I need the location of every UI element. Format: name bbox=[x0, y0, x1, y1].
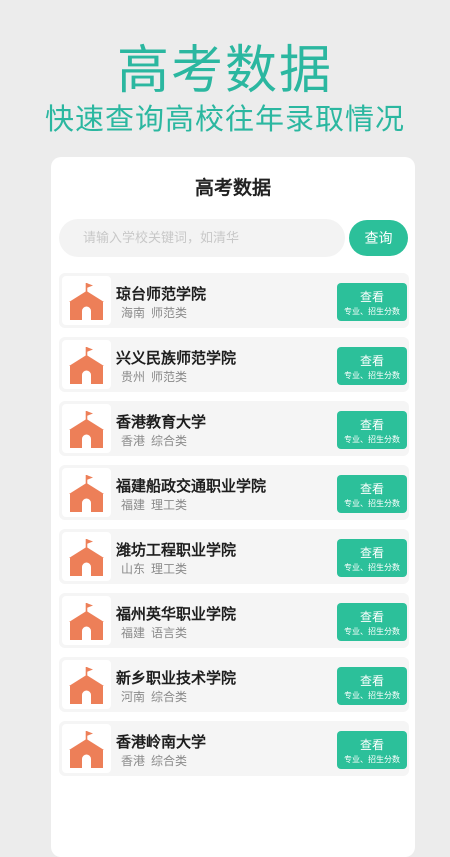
school-thumbnail bbox=[62, 724, 111, 773]
school-list: 琼台师范学院 海南 师范类 查看 专业、招生分数 兴义民族师范学院 贵州 师范类 查… bbox=[59, 273, 409, 785]
school-category: 师范类 bbox=[151, 306, 188, 320]
school-list-item[interactable]: 新乡职业技术学院 河南 综合类 查看 专业、招生分数 bbox=[59, 657, 409, 712]
view-button-sublabel: 专业、招生分数 bbox=[344, 563, 400, 572]
school-province: 福建 bbox=[121, 626, 146, 640]
school-meta: 海南 师范类 bbox=[121, 304, 187, 321]
view-button-sublabel: 专业、招生分数 bbox=[344, 755, 400, 764]
view-button[interactable]: 查看 专业、招生分数 bbox=[337, 283, 407, 321]
school-building-icon bbox=[69, 411, 104, 448]
view-button-sublabel: 专业、招生分数 bbox=[344, 435, 400, 444]
school-province: 福建 bbox=[121, 498, 146, 512]
school-name: 潍坊工程职业学院 bbox=[116, 541, 237, 559]
school-province: 山东 bbox=[121, 562, 146, 576]
view-button-sublabel: 专业、招生分数 bbox=[344, 627, 400, 636]
school-list-item[interactable]: 福州英华职业学院 福建 语言类 查看 专业、招生分数 bbox=[59, 593, 409, 648]
school-list-item[interactable]: 香港教育大学 香港 综合类 查看 专业、招生分数 bbox=[59, 401, 409, 456]
school-list-item[interactable]: 香港岭南大学 香港 综合类 查看 专业、招生分数 bbox=[59, 721, 409, 776]
school-province: 河南 bbox=[121, 690, 146, 704]
school-thumbnail bbox=[62, 340, 111, 389]
school-meta: 山东 理工类 bbox=[121, 560, 187, 577]
school-name: 福州英华职业学院 bbox=[116, 605, 237, 623]
school-building-icon bbox=[69, 667, 104, 704]
search-button[interactable]: 查询 bbox=[349, 220, 408, 256]
school-building-icon bbox=[69, 539, 104, 576]
view-button[interactable]: 查看 专业、招生分数 bbox=[337, 667, 407, 705]
school-category: 语言类 bbox=[151, 626, 188, 640]
school-search-input[interactable] bbox=[59, 219, 345, 257]
school-name: 新乡职业技术学院 bbox=[116, 669, 237, 687]
school-thumbnail bbox=[62, 596, 111, 645]
view-button[interactable]: 查看 专业、招生分数 bbox=[337, 475, 407, 513]
school-list-item[interactable]: 兴义民族师范学院 贵州 师范类 查看 专业、招生分数 bbox=[59, 337, 409, 392]
view-button-sublabel: 专业、招生分数 bbox=[344, 499, 400, 508]
school-thumbnail bbox=[62, 532, 111, 581]
school-name: 香港教育大学 bbox=[116, 413, 207, 431]
school-category: 理工类 bbox=[151, 498, 188, 512]
view-button-label: 查看 bbox=[359, 546, 384, 560]
school-thumbnail bbox=[62, 404, 111, 453]
school-thumbnail bbox=[62, 660, 111, 709]
school-name: 兴义民族师范学院 bbox=[116, 349, 237, 367]
school-name: 香港岭南大学 bbox=[116, 733, 207, 751]
school-meta: 福建 语言类 bbox=[121, 624, 187, 641]
school-list-item[interactable]: 潍坊工程职业学院 山东 理工类 查看 专业、招生分数 bbox=[59, 529, 409, 584]
school-list-item[interactable]: 琼台师范学院 海南 师范类 查看 专业、招生分数 bbox=[59, 273, 409, 328]
school-category: 综合类 bbox=[151, 754, 188, 768]
school-building-icon bbox=[69, 603, 104, 640]
school-province: 香港 bbox=[121, 434, 146, 448]
view-button-label: 查看 bbox=[359, 418, 384, 432]
school-name: 福建船政交通职业学院 bbox=[116, 477, 267, 495]
view-button[interactable]: 查看 专业、招生分数 bbox=[337, 411, 407, 449]
view-button[interactable]: 查看 专业、招生分数 bbox=[337, 539, 407, 577]
view-button[interactable]: 查看 专业、招生分数 bbox=[337, 731, 407, 769]
view-button[interactable]: 查看 专业、招生分数 bbox=[337, 347, 407, 385]
school-building-icon bbox=[69, 731, 104, 768]
view-button-label: 查看 bbox=[359, 610, 384, 624]
school-list-item[interactable]: 福建船政交通职业学院 福建 理工类 查看 专业、招生分数 bbox=[59, 465, 409, 520]
school-category: 综合类 bbox=[151, 434, 188, 448]
view-button-label: 查看 bbox=[359, 674, 384, 688]
school-thumbnail bbox=[62, 468, 111, 517]
view-button-sublabel: 专业、招生分数 bbox=[344, 691, 400, 700]
view-button-label: 查看 bbox=[359, 482, 384, 496]
school-name: 琼台师范学院 bbox=[116, 285, 207, 303]
view-button[interactable]: 查看 专业、招生分数 bbox=[337, 603, 407, 641]
school-province: 贵州 bbox=[121, 370, 146, 384]
school-meta: 福建 理工类 bbox=[121, 496, 187, 513]
school-province: 海南 bbox=[121, 306, 146, 320]
school-thumbnail bbox=[62, 276, 111, 325]
school-meta: 贵州 师范类 bbox=[121, 368, 187, 385]
view-button-sublabel: 专业、招生分数 bbox=[344, 371, 400, 380]
school-building-icon bbox=[69, 347, 104, 384]
school-meta: 香港 综合类 bbox=[121, 432, 187, 449]
school-building-icon bbox=[69, 475, 104, 512]
view-button-label: 查看 bbox=[359, 290, 384, 304]
school-category: 综合类 bbox=[151, 690, 188, 704]
card-title: 高考数据 bbox=[194, 177, 271, 199]
view-button-sublabel: 专业、招生分数 bbox=[344, 307, 400, 316]
school-meta: 河南 综合类 bbox=[121, 688, 187, 705]
hero-title: 高考数据 bbox=[116, 41, 333, 101]
view-button-label: 查看 bbox=[359, 354, 384, 368]
school-building-icon bbox=[69, 283, 104, 320]
school-category: 理工类 bbox=[151, 562, 188, 576]
school-category: 师范类 bbox=[151, 370, 188, 384]
hero-subtitle: 快速查询高校往年录取情况 bbox=[44, 102, 405, 136]
school-province: 香港 bbox=[121, 754, 146, 768]
school-meta: 香港 综合类 bbox=[121, 752, 187, 769]
view-button-label: 查看 bbox=[359, 738, 384, 752]
school-search-card: 高考数据 查询 琼台师范学院 海南师范类 查看 专业、招生分数 bbox=[51, 157, 415, 857]
